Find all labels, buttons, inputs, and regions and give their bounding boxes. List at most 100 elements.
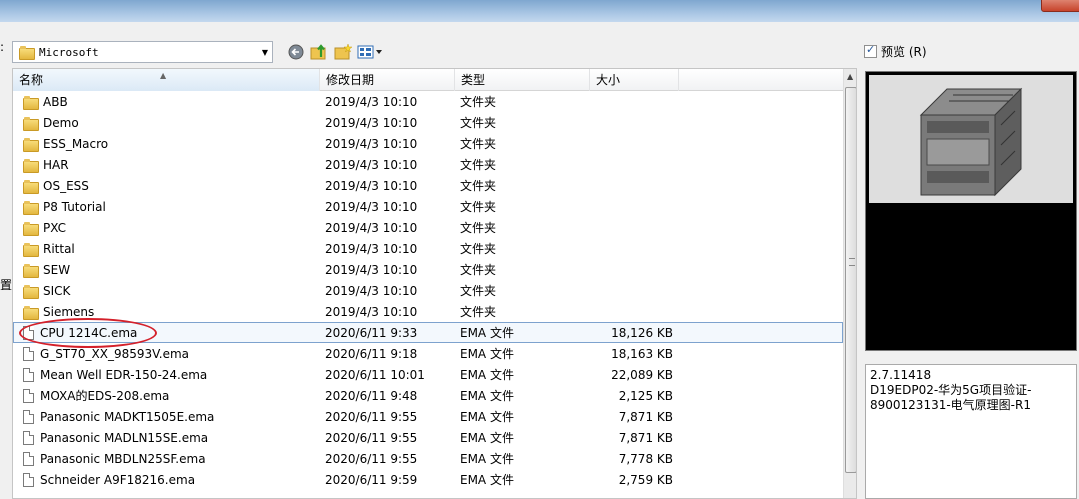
file-row[interactable]: Mean Well EDR-150-24.ema 2020/6/11 10:01 E… [13, 364, 843, 385]
scrollbar-thumb[interactable] [845, 87, 856, 473]
folder-icon [23, 95, 39, 110]
row-name-cell: HAR [13, 158, 320, 173]
folder-row[interactable]: PXC 2019/4/3 10:10 文件夹 [13, 217, 843, 238]
row-type-cell: EMA 文件 [460, 410, 514, 424]
preview-label: 预览 (R) [881, 45, 927, 59]
folder-icon [19, 46, 35, 60]
row-name-cell: Demo [13, 115, 320, 131]
folder-row[interactable]: SEW 2019/4/3 10:10 文件夹 [13, 259, 843, 280]
file-row[interactable]: Panasonic MADKT1505E.ema 2020/6/11 9:55 EM… [13, 406, 843, 427]
folder-icon [23, 242, 39, 257]
row-name-label: P8 Tutorial [43, 199, 106, 214]
new-folder-button[interactable] [333, 43, 353, 61]
plc-module-icon [869, 75, 1073, 203]
file-row[interactable]: Panasonic MBDLN25SF.ema 2020/6/11 9:55 EMA… [13, 448, 843, 469]
file-list-view[interactable]: ▲ 名称 修改日期 类型 大小 ABB 2019/4/3 10:10 文件夹 Demo… [12, 68, 857, 499]
row-name-cell: G_ST70_XX_98593V.ema [13, 346, 320, 361]
row-date-cell: 2019/4/3 10:10 [325, 262, 418, 277]
folder-row[interactable]: Siemens 2019/4/3 10:10 文件夹 [13, 301, 843, 322]
row-name-label: PXC [43, 220, 66, 235]
row-type-cell: EMA 文件 [460, 368, 514, 382]
row-name-cell: SEW [13, 263, 320, 278]
file-row[interactable]: CPU 1214C.ema 2020/6/11 9:33 EMA 文件 18,126 … [13, 318, 843, 348]
row-type-cell: EMA 文件 [460, 452, 514, 466]
row-name-cell: Panasonic MBDLN25SF.ema [13, 451, 320, 466]
row-type-cell: 文件夹 [460, 263, 497, 277]
row-date-cell: 2020/6/11 9:18 [325, 346, 418, 361]
row-name-cell: Rittal [13, 242, 320, 257]
row-type-cell: EMA 文件 [460, 473, 514, 487]
row-name-cell: Mean Well EDR-150-24.ema [13, 367, 320, 382]
row-date-cell: 2020/6/11 9:59 [325, 472, 418, 487]
file-icon [23, 409, 34, 424]
preview-toggle[interactable]: 预览 (R) [864, 43, 927, 60]
row-name-cell: Panasonic MADKT1505E.ema [13, 409, 320, 424]
folder-icon [23, 137, 39, 152]
info-version: 2.7.11418 [870, 368, 932, 382]
file-icon [23, 325, 34, 340]
row-date-cell: 2020/6/11 10:01 [325, 367, 425, 382]
folder-row[interactable]: ESS_Macro 2019/4/3 10:10 文件夹 [13, 133, 843, 154]
row-type-cell: 文件夹 [460, 200, 497, 214]
row-type-cell: 文件夹 [460, 305, 497, 319]
row-date-cell: 2019/4/3 10:10 [325, 304, 418, 319]
row-type-cell: 文件夹 [460, 95, 497, 109]
folder-row[interactable]: ABB 2019/4/3 10:10 文件夹 [13, 91, 843, 112]
file-row[interactable]: G_ST70_XX_98593V.ema 2020/6/11 9:18 EMA 文件… [13, 343, 843, 364]
column-type[interactable]: 类型 [455, 69, 590, 91]
folder-row[interactable]: HAR 2019/4/3 10:10 文件夹 [13, 154, 843, 175]
info-project: D19EDP02-华为5G项目验证- [870, 383, 1032, 397]
row-date-cell: 2019/4/3 10:10 [325, 136, 418, 151]
up-folder-button[interactable] [309, 43, 329, 61]
row-type-cell: 文件夹 [460, 179, 497, 193]
folder-row[interactable]: P8 Tutorial 2019/4/3 10:10 文件夹 [13, 196, 843, 217]
row-size-cell: 18,126 KB [611, 325, 673, 340]
row-name-label: SICK [43, 283, 71, 298]
row-type-cell: EMA 文件 [460, 389, 514, 403]
folder-icon [23, 116, 39, 131]
preview-pane [865, 71, 1077, 351]
view-menu-button[interactable] [357, 43, 385, 61]
column-name-label: 名称 [19, 73, 44, 87]
file-icon [23, 430, 34, 445]
row-name-label: Panasonic MADLN15SE.ema [40, 430, 209, 445]
row-name-cell: Schneider A9F18216.ema [13, 472, 320, 487]
column-name[interactable]: ▲ 名称 [13, 69, 320, 91]
file-icon [23, 451, 34, 466]
row-name-cell: P8 Tutorial [13, 199, 320, 215]
file-row[interactable]: Schneider A9F18216.ema 2020/6/11 9:59 EMA … [13, 469, 843, 490]
back-button[interactable] [287, 43, 305, 61]
row-type-cell: 文件夹 [460, 221, 497, 235]
folder-icon [23, 284, 39, 299]
row-date-cell: 2019/4/3 10:10 [325, 220, 418, 235]
chevron-down-icon[interactable]: ▼ [258, 48, 272, 57]
row-name-label: ESS_Macro [43, 136, 109, 151]
file-row[interactable]: Panasonic MADLN15SE.ema 2020/6/11 9:55 EMA… [13, 427, 843, 448]
back-arrow-icon [288, 44, 304, 60]
row-date-cell: 2020/6/11 9:55 [325, 451, 418, 466]
folder-row[interactable]: Demo 2019/4/3 10:10 文件夹 [13, 112, 843, 133]
row-date-cell: 2020/6/11 9:48 [325, 388, 418, 403]
row-date-cell: 2019/4/3 10:10 [325, 241, 418, 256]
grip-icon [849, 258, 855, 266]
row-type-cell: 文件夹 [460, 158, 497, 172]
preview-checkbox[interactable] [864, 43, 877, 58]
folder-location-combo[interactable]: Microsoft ▼ [12, 41, 273, 63]
close-button[interactable] [1041, 0, 1079, 12]
column-date[interactable]: 修改日期 [320, 69, 455, 91]
row-date-cell: 2020/6/11 9:55 [325, 430, 418, 445]
vertical-scrollbar[interactable]: ▲ [843, 69, 856, 498]
file-icon [23, 472, 34, 487]
folder-icon [23, 200, 39, 215]
folder-row[interactable]: Rittal 2019/4/3 10:10 文件夹 [13, 238, 843, 259]
row-date-cell: 2019/4/3 10:10 [325, 283, 418, 298]
file-row[interactable]: MOXA的EDS-208.ema 2020/6/11 9:48 EMA 文件 2,12… [13, 385, 843, 406]
scroll-up-icon[interactable]: ▲ [847, 72, 853, 81]
row-name-label: G_ST70_XX_98593V.ema [40, 346, 190, 361]
row-name-label: Demo [43, 115, 79, 130]
row-size-cell: 7,871 KB [618, 409, 673, 424]
folder-row[interactable]: OS_ESS 2019/4/3 10:10 文件夹 [13, 175, 843, 196]
row-name-label: MOXA的EDS-208.ema [40, 389, 170, 403]
column-size[interactable]: 大小 [590, 69, 679, 91]
folder-row[interactable]: SICK 2019/4/3 10:10 文件夹 [13, 280, 843, 301]
